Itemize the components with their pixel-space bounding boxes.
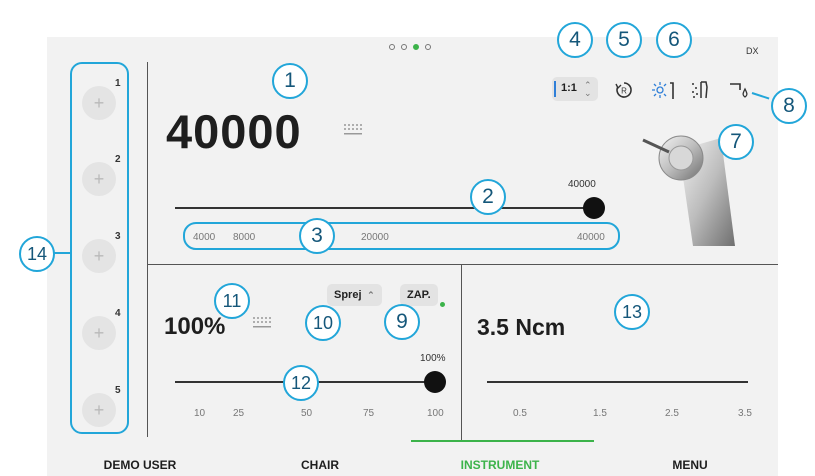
spray-toggle-label: ZAP. xyxy=(407,289,431,301)
chevron-updown-icon: ⌃ xyxy=(364,290,375,300)
side-label: DX xyxy=(746,46,759,56)
light-icon[interactable] xyxy=(651,79,677,101)
plus-icon: + xyxy=(93,400,105,420)
plus-icon: + xyxy=(93,169,105,189)
plus-icon: + xyxy=(93,323,105,343)
slot-3-number: 3 xyxy=(115,231,121,242)
spray-mode-label: Sprej xyxy=(334,289,362,301)
slot-2-number: 2 xyxy=(115,154,121,165)
slot-5-number: 5 xyxy=(115,385,121,396)
nav-active-indicator xyxy=(411,440,594,442)
torque-tick-1-5: 1.5 xyxy=(593,408,607,419)
torque-value: 3.5 Ncm xyxy=(477,314,566,340)
torque-slider-track[interactable] xyxy=(487,381,748,383)
screen: DX + 1 + 2 + 3 + 4 + 5 40000 40000 4000 … xyxy=(0,0,815,476)
ratio-select[interactable]: 1:1 ⌃ ⌄ xyxy=(552,77,598,101)
spray-tick-50: 50 xyxy=(301,408,313,419)
page-dot-2[interactable] xyxy=(401,44,407,50)
speed-slider-thumb[interactable] xyxy=(583,197,605,219)
spray-tick-100: 100 xyxy=(427,408,444,419)
spray-toggle-button[interactable]: ZAP. xyxy=(400,284,438,306)
slots-divider xyxy=(147,62,148,437)
callout-2: 2 xyxy=(470,179,506,215)
svg-text:R: R xyxy=(621,87,627,96)
speed-slider-label: 40000 xyxy=(568,179,596,190)
spray-on-indicator xyxy=(440,302,445,307)
section-divider-vertical xyxy=(461,265,462,440)
callout-1: 1 xyxy=(272,63,308,99)
ratio-accent-bar xyxy=(554,81,556,97)
ratio-value: 1:1 xyxy=(561,82,577,94)
spray-tick-75: 75 xyxy=(363,408,375,419)
slot-4-button[interactable]: + xyxy=(82,316,116,350)
callout-8: 8 xyxy=(771,88,807,124)
spray-tick-25: 25 xyxy=(233,408,245,419)
spray-icon[interactable] xyxy=(690,79,714,101)
ratio-chevron-icon: ⌃ ⌄ xyxy=(584,80,592,98)
callout-13: 13 xyxy=(614,294,650,330)
slot-2-button[interactable]: + xyxy=(82,162,116,196)
page-dot-3-active[interactable] xyxy=(413,44,419,50)
rotation-reverse-icon[interactable]: R xyxy=(614,80,634,100)
speed-preset-40000[interactable]: 40000 xyxy=(577,232,605,243)
speed-preset-4000[interactable]: 4000 xyxy=(193,232,215,243)
spray-slider-thumb[interactable] xyxy=(424,371,446,393)
speed-slider-track[interactable] xyxy=(175,207,595,209)
callout-14: 14 xyxy=(19,236,55,272)
torque-tick-0-5: 0.5 xyxy=(513,408,527,419)
callout-5: 5 xyxy=(606,22,642,58)
water-drop-icon[interactable] xyxy=(728,80,752,102)
torque-tick-2-5: 2.5 xyxy=(665,408,679,419)
page-dot-1[interactable] xyxy=(389,44,395,50)
spray-tick-10: 10 xyxy=(194,408,206,419)
callout-14-connector xyxy=(54,252,70,254)
nav-demo-user[interactable]: DEMO USER xyxy=(60,458,220,472)
callout-4: 4 xyxy=(557,22,593,58)
spray-slider-label: 100% xyxy=(420,353,446,364)
speed-preset-8000[interactable]: 8000 xyxy=(233,232,255,243)
callout-3: 3 xyxy=(299,218,335,254)
slot-1-button[interactable]: + xyxy=(82,86,116,120)
nav-instrument[interactable]: INSTRUMENT xyxy=(420,458,580,472)
plus-icon: + xyxy=(93,93,105,113)
callout-12: 12 xyxy=(283,365,319,401)
callout-10: 10 xyxy=(305,305,341,341)
callout-7: 7 xyxy=(718,124,754,160)
nav-chair[interactable]: CHAIR xyxy=(240,458,400,472)
speed-preset-20000[interactable]: 20000 xyxy=(361,232,389,243)
callout-11: 11 xyxy=(214,283,250,319)
callout-9: 9 xyxy=(384,304,420,340)
slot-1-number: 1 xyxy=(115,78,121,89)
speed-value: 40000 xyxy=(166,105,302,158)
slot-5-button[interactable]: + xyxy=(82,393,116,427)
plus-icon: + xyxy=(93,246,105,266)
callout-6: 6 xyxy=(656,22,692,58)
keypad-icon[interactable] xyxy=(343,123,365,137)
slot-4-number: 4 xyxy=(115,308,121,319)
nav-menu[interactable]: MENU xyxy=(610,458,770,472)
section-divider-horizontal xyxy=(148,264,778,265)
spray-value: 100% xyxy=(164,313,226,340)
spray-mode-select[interactable]: Sprej ⌃ xyxy=(327,284,382,306)
torque-tick-3-5: 3.5 xyxy=(738,408,752,419)
keypad-icon[interactable] xyxy=(252,316,274,330)
page-dot-4[interactable] xyxy=(425,44,431,50)
slot-3-button[interactable]: + xyxy=(82,239,116,273)
